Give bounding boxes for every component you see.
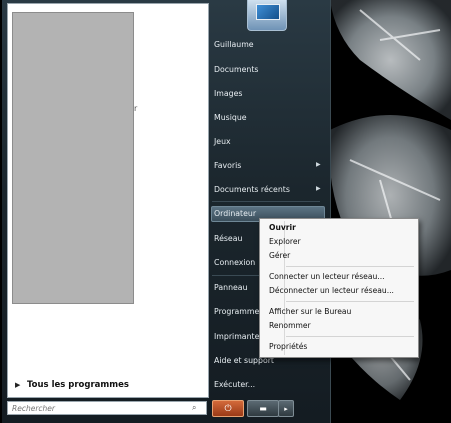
right-item-recent-documents[interactable]: Documents récents ▶ (214, 185, 321, 194)
right-item-label: Réseau (214, 234, 243, 243)
all-programs-label: Tous les programmes (27, 380, 129, 390)
menu-item-connect-drive[interactable]: Connecter un lecteur réseau... (269, 272, 414, 281)
right-item-guillaume[interactable]: Guillaume (214, 40, 254, 49)
right-item-imprimantes[interactable]: Imprimantes (214, 332, 263, 341)
right-item-panneau[interactable]: Panneau (214, 283, 248, 292)
right-item-musique[interactable]: Musique (214, 113, 247, 122)
right-item-connexion[interactable]: Connexion (214, 258, 255, 267)
right-item-label: Imprimantes (214, 332, 264, 341)
pinned-programs-placeholder (12, 12, 134, 304)
right-item-label: Connexion (214, 258, 256, 267)
menu-separator (286, 266, 414, 267)
chevron-right-icon: ▶ (316, 161, 321, 168)
right-item-label: Jeux (214, 137, 231, 146)
right-item-label: Documents récents (214, 185, 290, 194)
separator (212, 201, 320, 202)
lock-icon[interactable]: ▬ (247, 400, 279, 417)
right-item-executer[interactable]: Exécuter... (214, 380, 255, 389)
user-picture-screen (256, 4, 280, 20)
chevron-right-icon[interactable]: ▸ (278, 400, 294, 417)
right-item-label: Ordinateur (214, 209, 257, 218)
menu-item-ouvrir[interactable]: Ouvrir (269, 223, 414, 232)
menu-separator (286, 336, 414, 337)
menu-item-rename[interactable]: Renommer (269, 321, 414, 330)
chevron-right-icon: ▶ (15, 381, 21, 389)
all-programs-button[interactable]: ▶ Tous les programmes (8, 377, 208, 393)
right-item-label: Images (214, 89, 243, 98)
right-item-reseau[interactable]: Réseau (214, 234, 242, 243)
power-controls: ⏻ ▬ ▸ (212, 400, 297, 417)
right-item-programmes[interactable]: Programmes (214, 307, 263, 316)
user-picture-icon[interactable] (247, 0, 287, 31)
menu-item-gerer[interactable]: Gérer (269, 251, 414, 260)
right-item-label: Favoris (214, 161, 242, 170)
programs-pane: r ▶ Tous les programmes (7, 3, 209, 398)
right-item-label: Panneau (214, 283, 248, 292)
right-item-jeux[interactable]: Jeux (214, 137, 231, 146)
right-item-favoris[interactable]: Favoris ▶ (214, 161, 321, 170)
search-input[interactable] (8, 403, 190, 413)
chevron-right-icon: ▶ (316, 185, 321, 192)
context-menu: Ouvrir Explorer Gérer Connecter un lecte… (259, 218, 419, 358)
search-icon[interactable]: ⌕ (192, 403, 196, 413)
menu-item-explorer[interactable]: Explorer (269, 237, 414, 246)
right-item-ordinateur[interactable]: Ordinateur (214, 209, 256, 218)
stray-mark: r (134, 104, 138, 113)
menu-item-show-desktop[interactable]: Afficher sur le Bureau (269, 307, 414, 316)
search-box[interactable]: ⌕ (7, 401, 207, 415)
right-item-label: Guillaume (214, 40, 254, 49)
menu-item-properties[interactable]: Propriétés (269, 342, 414, 351)
menu-item-disconnect-drive[interactable]: Déconnecter un lecteur réseau... (269, 286, 414, 295)
menu-separator (286, 301, 414, 302)
right-item-label: Musique (214, 113, 247, 122)
right-item-label: Exécuter... (214, 380, 256, 389)
right-item-label: Documents (214, 65, 259, 74)
power-icon[interactable]: ⏻ (212, 400, 244, 417)
right-item-documents[interactable]: Documents (214, 65, 258, 74)
right-item-images[interactable]: Images (214, 89, 242, 98)
right-item-label: Programmes (214, 307, 264, 316)
